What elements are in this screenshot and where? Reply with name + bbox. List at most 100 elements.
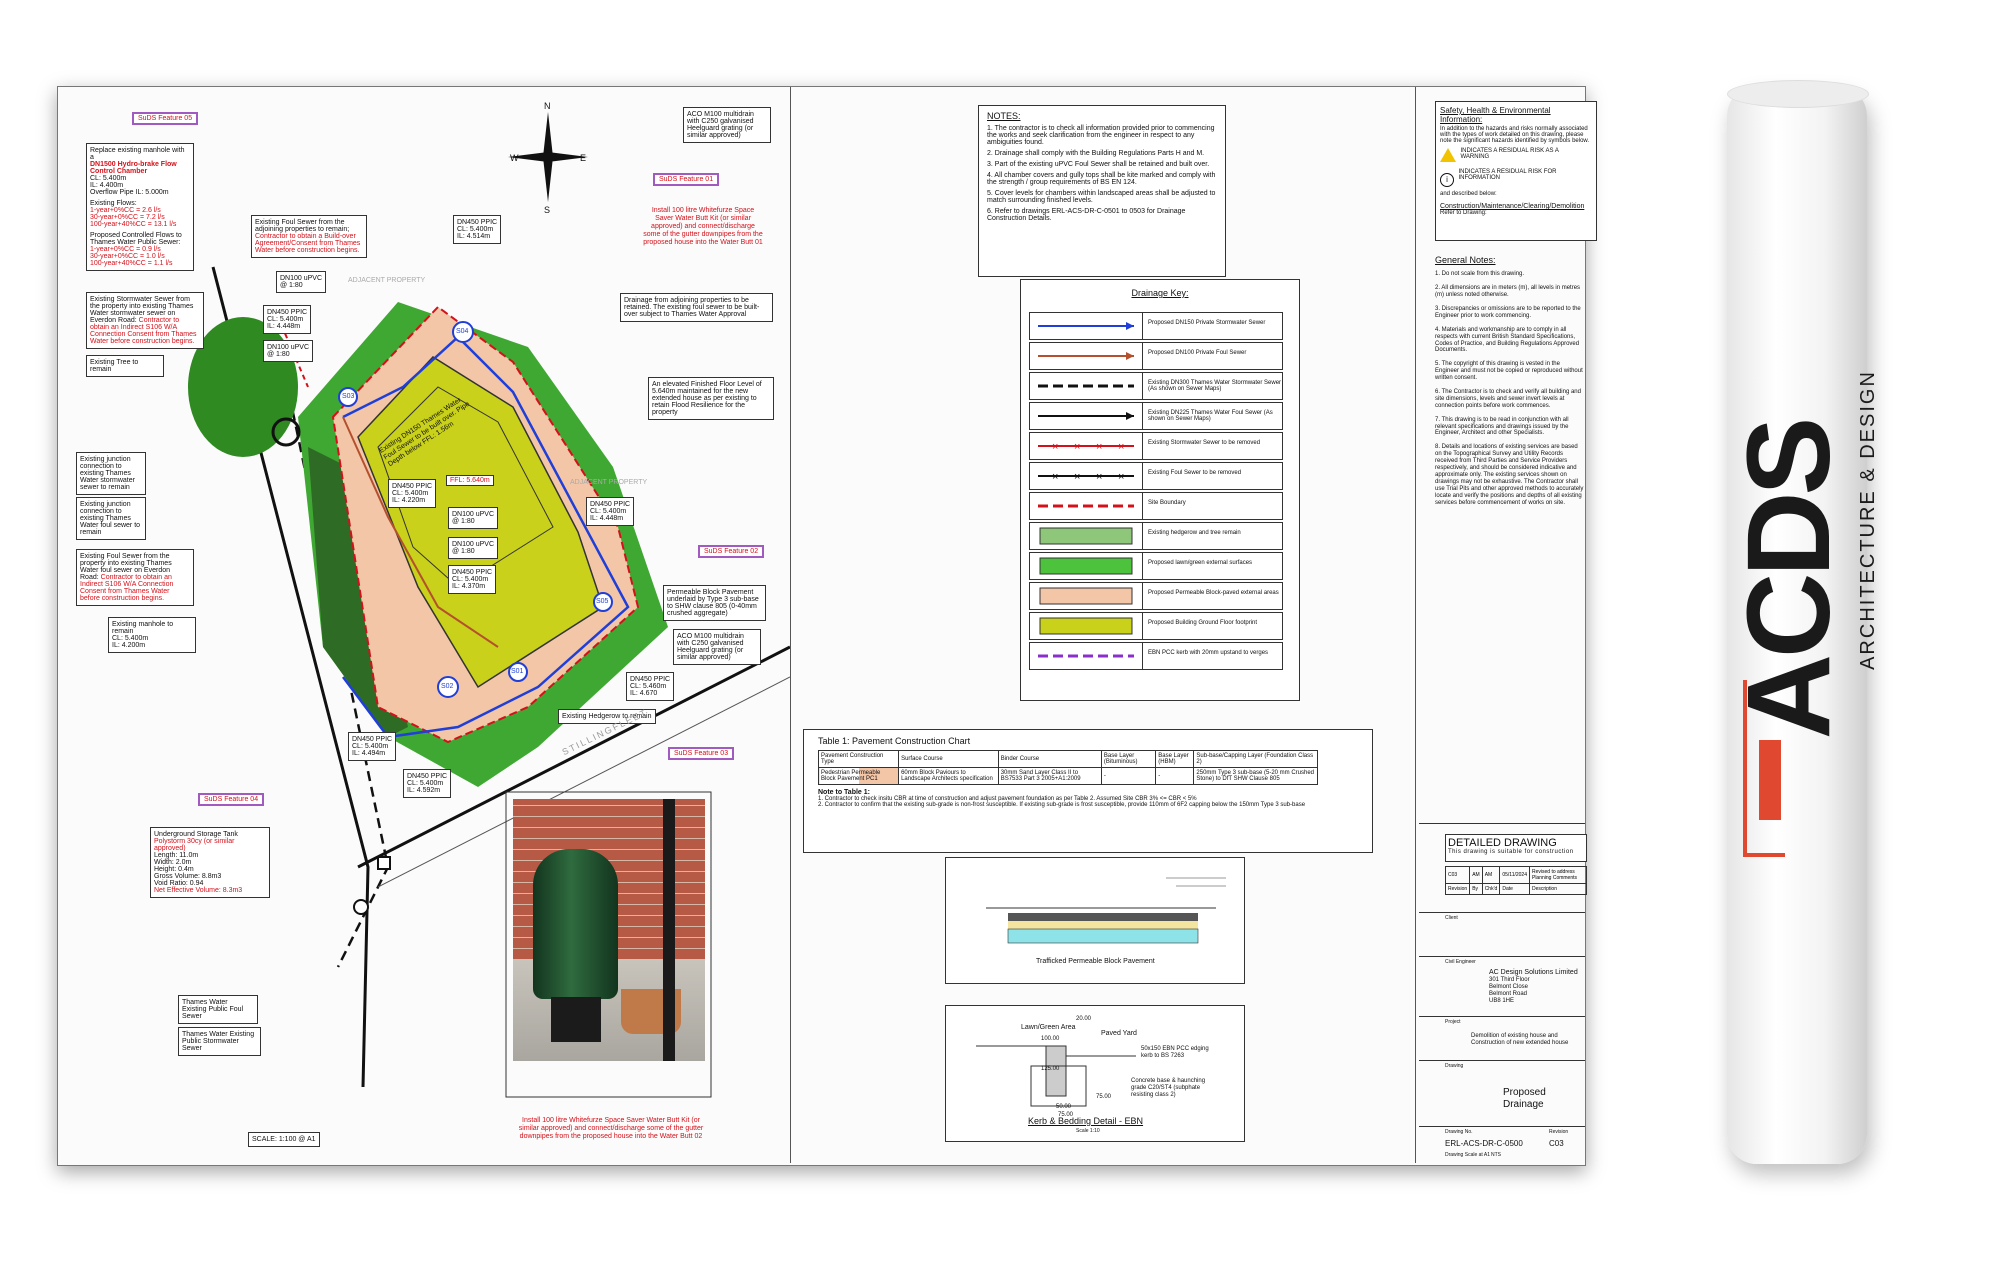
- junction-storm-note: Existing junction connection to existing…: [76, 452, 146, 495]
- key-symbol: × × × ×: [1030, 433, 1143, 459]
- svg-text:×: ×: [1052, 471, 1058, 483]
- note-item: 3. Part of the existing uPVC Foul Sewer …: [987, 161, 1210, 168]
- key-symbol: [1030, 373, 1143, 399]
- table-note-title: Note to Table 1:: [818, 789, 870, 796]
- pipe-label: DN450 PPIC CL: 5.400m IL: 4.494m: [348, 732, 397, 761]
- drawing-title: Proposed Drainage: [1503, 1087, 1546, 1110]
- key-label: Proposed DN150 Private Stormwater Sewer: [1148, 320, 1266, 326]
- dimension: 50.00: [1056, 1104, 1072, 1110]
- permeable-section: [986, 877, 1226, 944]
- manhole-label: S03: [342, 393, 355, 400]
- general-note: 3. Discrepancies or omissions are to be …: [1435, 306, 1581, 319]
- drainage-key-row: Proposed DN100 Private Foul Sewer: [1029, 342, 1283, 370]
- she-box: Safety, Health & Environmental Informati…: [1435, 101, 1597, 241]
- revision-label: Revision: [1549, 1129, 1569, 1135]
- suds-tag-05: SuDS Feature 05: [132, 112, 199, 125]
- water-butt: [533, 849, 618, 999]
- manhole-label: S05: [596, 598, 609, 605]
- general-notes: General Notes: 1. Do not scale from this…: [1435, 255, 1585, 506]
- south-label: S: [544, 205, 551, 215]
- general-note: 6. The Contractor is to check and verify…: [1435, 389, 1581, 409]
- client-section: Client: [1419, 912, 1585, 957]
- engineer-label: Civil Engineer: [1445, 959, 1476, 965]
- key-symbol: [1030, 523, 1143, 549]
- logo-text: ACDS: [1723, 420, 1855, 740]
- status-title: DETAILED DRAWING: [1448, 837, 1557, 849]
- drainage-key-row: × × × × Existing Stormwater Sewer to be remo…: [1029, 432, 1283, 460]
- key-label: Existing Foul Sewer to be removed: [1148, 470, 1242, 476]
- status-box: DETAILED DRAWING This drawing is suitabl…: [1445, 834, 1587, 862]
- key-symbol: [1030, 403, 1143, 429]
- kerb-detail: Lawn/Green Area Paved Yard 50x150 EBN PC…: [945, 1005, 1245, 1142]
- key-label: Existing Stormwater Sewer to be removed: [1148, 440, 1261, 446]
- key-label: Existing DN225 Thames Water Foul Sewer (…: [1148, 410, 1273, 422]
- table-header: Binder Course: [997, 750, 1102, 768]
- svg-text:×: ×: [1052, 441, 1058, 453]
- cmcd-text: Construction/Maintenance/Clearing/Demoli…: [1440, 203, 1585, 210]
- table-header: Chk'd: [1481, 883, 1501, 895]
- table-cell: 30mm Sand Layer Class II to BS7533 Part …: [997, 767, 1102, 785]
- manhole-label: S04: [456, 328, 469, 335]
- svg-text:×: ×: [1074, 471, 1080, 483]
- table-header: Base Layer (Bituminous): [1100, 750, 1157, 768]
- table-row: Pedestrian Permeable Block Pavement PC1 …: [817, 767, 1318, 785]
- manhole-label: S01: [511, 668, 524, 675]
- table-cell: Revised to address Planning Comments: [1528, 866, 1588, 884]
- table-row: Revision By Chk'd Date Description: [1444, 883, 1588, 895]
- engineer-details: AC Design Solutions Limited 301 Third Fl…: [1489, 969, 1578, 1004]
- pipe-label: DN100 uPVC @ 1:80: [448, 507, 499, 529]
- key-symbol: × × × ×: [1030, 463, 1143, 489]
- client-label: Client: [1445, 915, 1458, 921]
- key-symbol: [1030, 313, 1143, 339]
- kerb-title: Kerb & Bedding Detail - EBN: [1028, 1116, 1144, 1126]
- drainage-key-row: EBN PCC kerb with 20mm upstand to verges: [1029, 642, 1283, 670]
- table-header: Surface Course: [898, 750, 999, 768]
- drainage-key-row: Site Boundary: [1029, 492, 1283, 520]
- drawing-section: Drawing Proposed Drainage: [1419, 1060, 1585, 1127]
- aco-mid-note: ACO M100 multidrain with C250 galvanised…: [673, 629, 761, 665]
- project-section: Project Demolition of existing house and…: [1419, 1016, 1585, 1061]
- general-note: 8. Details and locations of existing ser…: [1435, 444, 1584, 506]
- suds-tag-02: SuDS Feature 02: [698, 545, 765, 558]
- storage-tank-note: Underground Storage Tank Polystorm 30cy …: [150, 827, 270, 898]
- water-butt-01-note: Install 100 litre Whitefurze Space Saver…: [643, 207, 763, 247]
- north-arrow: [508, 112, 588, 202]
- key-label: Proposed Building Ground Floor footprint: [1148, 620, 1258, 626]
- described-text: and described below:: [1440, 191, 1497, 197]
- drawing-scale: NTS: [1491, 1152, 1501, 1158]
- kerb-label: Lawn/Green Area: [1021, 1024, 1076, 1031]
- pavement-title: Table 1: Pavement Construction Chart: [818, 736, 971, 746]
- drawing-no-label: Drawing No.: [1445, 1129, 1473, 1135]
- table-cell: -: [1155, 767, 1195, 785]
- logo: ACDS ARCHITECTURE & DESIGN: [1723, 300, 1879, 860]
- key-label: Proposed lawn/green external surfaces: [1148, 560, 1253, 566]
- svg-text:×: ×: [1096, 471, 1102, 483]
- svg-text:×: ×: [1118, 441, 1124, 453]
- general-note: 2. All dimensions are in meters (m), all…: [1435, 285, 1581, 299]
- status-sub: This drawing is suitable for constructio…: [1448, 849, 1574, 855]
- general-note: 7. This drawing is to be read in conjunc…: [1435, 416, 1569, 437]
- permeable-note: Permeable Block Pavement underlaid by Ty…: [663, 585, 766, 621]
- notes-title: NOTES:: [987, 111, 1021, 121]
- table-cell: -: [1100, 767, 1157, 785]
- table-cell: 60mm Block Paviours to Landscape Archite…: [898, 767, 999, 785]
- drainage-key-row: Proposed lawn/green external surfaces: [1029, 552, 1283, 580]
- pipe-label: DN100 uPVC @ 1:80: [263, 340, 314, 362]
- dimension: 125.00: [1041, 1066, 1060, 1072]
- table-row: Pavement Construction Type Surface Cours…: [817, 750, 1318, 768]
- storm-sewer-note: Existing Stormwater Sewer from the prope…: [86, 292, 204, 349]
- notes-box: NOTES: 1. The contractor is to check all…: [978, 105, 1226, 277]
- general-note: 5. The copyright of this drawing is vest…: [1435, 361, 1583, 382]
- info-icon: i: [1440, 173, 1454, 187]
- east-label: E: [580, 153, 587, 163]
- note-item: 4. All chamber covers and gully tops sha…: [987, 172, 1216, 186]
- key-symbol: [1030, 613, 1143, 639]
- key-label: Site Boundary: [1148, 500, 1186, 506]
- info-text: INDICATES A RESIDUAL RISK FOR INFORMATIO…: [1458, 169, 1557, 181]
- pipe-label: DN450 PPIC CL: 5.400m IL: 4.592m: [403, 769, 452, 798]
- table-header: By: [1469, 883, 1483, 895]
- junction-marker: [377, 856, 391, 870]
- drainage-key-row: Existing DN300 Thames Water Stormwater S…: [1029, 372, 1283, 400]
- title-block: DETAILED DRAWING This drawing is suitabl…: [1419, 823, 1588, 1162]
- table-header: Base Layer (HBM): [1155, 750, 1195, 768]
